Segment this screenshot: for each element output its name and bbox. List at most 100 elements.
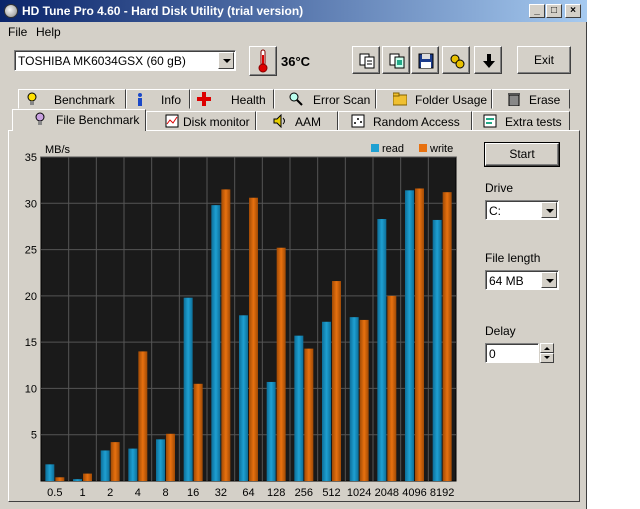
drive-select[interactable]: TOSHIBA MK6034GSX (60 gB) (14, 50, 236, 71)
tab-info-label: Info (161, 93, 182, 107)
tab-folder-usage[interactable]: Folder Usage (376, 89, 492, 109)
bar-read-8 (156, 439, 165, 481)
tab-random-access[interactable]: Random Access (338, 111, 472, 131)
tab-folder-usage-label: Folder Usage (415, 93, 488, 107)
bar-write-256 (304, 348, 314, 481)
menu-bar: File Help (0, 22, 587, 41)
bar-write-4 (138, 351, 148, 481)
bar-read-256 (294, 335, 304, 481)
health-cross-icon (197, 92, 211, 106)
x-tick-label: 512 (322, 487, 340, 499)
y-tick-label: 5 (31, 430, 37, 442)
bar-write-8 (166, 433, 175, 481)
bar-write-1024 (359, 319, 369, 481)
delay-spin-up[interactable] (540, 343, 554, 353)
bar-write-0.5 (55, 477, 65, 481)
x-tick-label: 128 (267, 487, 285, 499)
tab-file-benchmark-label: File Benchmark (56, 113, 140, 127)
y-tick-label: 10 (25, 383, 37, 395)
x-tick-label: 4 (135, 487, 141, 499)
y-tick-label: 20 (25, 291, 37, 303)
bar-read-0.5 (45, 464, 55, 481)
minimize-button[interactable]: _ (529, 4, 545, 18)
x-tick-label: 64 (242, 487, 254, 499)
bar-write-2048 (387, 295, 397, 481)
exit-button[interactable]: Exit (517, 46, 571, 74)
options-button[interactable] (442, 46, 470, 74)
tab-file-benchmark[interactable]: File Benchmark (12, 109, 146, 131)
file-length-value: 64 MB (489, 274, 524, 288)
menu-help[interactable]: Help (36, 25, 61, 39)
extra-tests-icon (483, 114, 497, 128)
bar-read-1 (73, 479, 82, 481)
bar-read-16 (183, 297, 193, 481)
maximize-button[interactable]: □ (546, 4, 562, 18)
tab-aam[interactable]: AAM (256, 111, 338, 131)
chevron-down-icon[interactable] (541, 272, 557, 288)
copy-text-button[interactable] (352, 46, 380, 74)
thermometer-icon (258, 49, 268, 73)
title-bar[interactable]: HD Tune Pro 4.60 - Hard Disk Utility (tr… (0, 0, 587, 22)
bar-read-1024 (349, 317, 359, 481)
tab-aam-label: AAM (295, 115, 322, 129)
x-tick-label: 1024 (347, 487, 371, 499)
disk-monitor-icon (165, 114, 179, 128)
y-tick-label: 15 (25, 337, 37, 349)
tab-info[interactable]: Info (126, 89, 190, 109)
bar-read-2 (100, 450, 110, 481)
delay-value: 0 (489, 347, 496, 361)
tab-benchmark[interactable]: Benchmark (18, 89, 126, 109)
bar-write-8192 (442, 192, 452, 482)
legend-swatch-read (371, 144, 379, 152)
tab-extra-tests[interactable]: Extra tests (472, 111, 570, 131)
menu-file[interactable]: File (8, 25, 27, 39)
file-length-combo[interactable]: 64 MB (485, 270, 559, 290)
temperature-button[interactable] (249, 46, 277, 76)
x-tick-label: 4096 (402, 487, 426, 499)
tab-erase-label: Erase (529, 93, 561, 107)
close-button[interactable]: × (565, 4, 581, 18)
x-tick-label: 1 (79, 487, 85, 499)
down-arrow-icon (483, 54, 495, 68)
tab-error-scan[interactable]: Error Scan (274, 89, 376, 109)
x-tick-label: 16 (187, 487, 199, 499)
tab-erase[interactable]: Erase (492, 89, 570, 109)
down-arrow-button[interactable] (474, 46, 502, 74)
copy-screen-button[interactable] (382, 46, 410, 74)
tab-error-scan-label: Error Scan (313, 93, 371, 107)
x-tick-label: 2048 (375, 487, 399, 499)
legend-label-read: read (382, 143, 404, 155)
bar-write-32 (221, 189, 231, 481)
tab-disk-monitor-label: Disk monitor (183, 115, 250, 129)
app-window: HD Tune Pro 4.60 - Hard Disk Utility (tr… (0, 0, 587, 509)
magnifier-icon (289, 92, 303, 106)
bar-read-2048 (377, 219, 387, 481)
window-title: HD Tune Pro 4.60 - Hard Disk Utility (tr… (22, 4, 304, 18)
bar-write-64 (249, 197, 258, 481)
tab-health[interactable]: Health (190, 89, 274, 109)
bar-read-8192 (432, 219, 442, 481)
speaker-icon (273, 114, 285, 128)
info-icon (138, 93, 142, 106)
legend-label-write: write (429, 143, 453, 155)
app-icon (4, 4, 18, 18)
chevron-down-icon[interactable] (218, 52, 234, 69)
x-tick-label: 32 (215, 487, 227, 499)
start-button[interactable]: Start (484, 142, 560, 167)
temperature-readout: 36°C (281, 54, 311, 69)
save-button[interactable] (411, 46, 439, 74)
delay-spin-down[interactable] (540, 353, 554, 363)
x-tick-label: 8192 (430, 487, 454, 499)
folder-icon (393, 92, 407, 106)
save-icon (418, 53, 434, 69)
copy-screen-icon (389, 53, 405, 69)
tab-disk-monitor[interactable]: Disk monitor (146, 111, 256, 131)
drive-combo[interactable]: C: (485, 200, 559, 220)
copy-text-icon (359, 53, 375, 69)
bar-read-4 (128, 448, 138, 481)
delay-input[interactable]: 0 (485, 343, 539, 363)
file-benchmark-icon (35, 112, 45, 125)
chevron-down-icon[interactable] (541, 202, 557, 218)
x-tick-label: 0.5 (47, 487, 62, 499)
spin-down-icon (544, 356, 550, 359)
